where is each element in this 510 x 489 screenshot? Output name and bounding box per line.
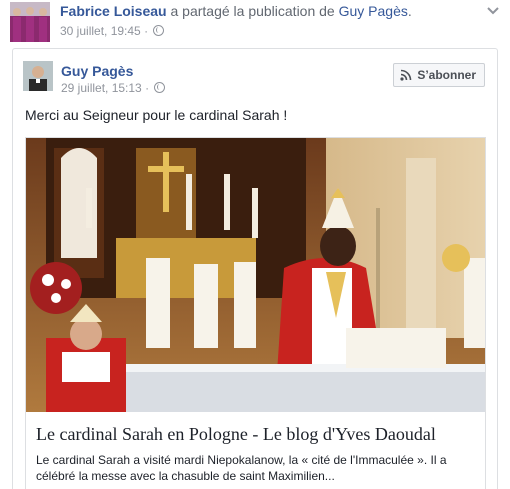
link-preview-title[interactable]: Le cardinal Sarah en Pologne - Le blog d… xyxy=(36,424,436,445)
sharer-name-link[interactable]: Fabrice Loiseau xyxy=(60,3,167,19)
link-preview[interactable]: Le cardinal Sarah en Pologne - Le blog d… xyxy=(25,137,486,489)
share-line: Fabrice Loiseau a partagé la publication… xyxy=(60,3,412,19)
link-preview-image[interactable] xyxy=(26,138,485,412)
globe-icon[interactable] xyxy=(153,25,165,36)
share-timestamp[interactable]: 30 juillet, 19:45 xyxy=(60,24,141,38)
post-timestamp[interactable]: 29 juillet, 15:13 xyxy=(61,81,142,95)
chevron-down-icon[interactable] xyxy=(486,6,500,16)
shared-post-card: Guy Pagès 29 juillet, 15:13 · S’abonner … xyxy=(12,48,498,489)
sharer-avatar[interactable] xyxy=(10,2,50,42)
post-meta: 29 juillet, 15:13 · xyxy=(61,81,166,95)
author-avatar[interactable] xyxy=(23,61,53,91)
link-preview-description: Le cardinal Sarah a visité mardi Niepoka… xyxy=(36,453,447,483)
original-author-link[interactable]: Guy Pagès xyxy=(339,3,408,19)
share-meta: 30 juillet, 19:45 · xyxy=(60,24,165,38)
share-header: Fabrice Loiseau a partagé la publication… xyxy=(10,2,500,42)
subscribe-button[interactable]: S’abonner xyxy=(393,63,485,87)
author-name-link[interactable]: Guy Pagès xyxy=(61,63,133,79)
rss-icon xyxy=(400,69,412,81)
share-separator: · xyxy=(144,24,149,38)
share-end-punct: . xyxy=(407,3,412,19)
globe-icon[interactable] xyxy=(154,82,166,93)
post-separator: · xyxy=(145,81,150,95)
subscribe-label: S’abonner xyxy=(417,68,476,82)
share-action-text: a partagé la publication de xyxy=(170,3,335,19)
post-text: Merci au Seigneur pour le cardinal Sarah… xyxy=(25,107,288,123)
